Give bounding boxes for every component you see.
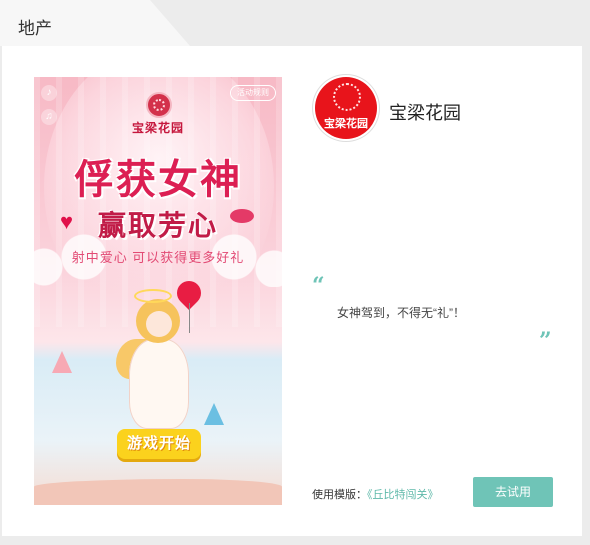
try-button[interactable]: 去试用 — [473, 477, 553, 507]
preview-brand: 宝梁花园 — [131, 121, 184, 135]
halo-icon — [134, 289, 172, 303]
quote-close-icon: ” — [539, 328, 552, 354]
company-name: 宝梁花园 — [389, 103, 461, 123]
preview-subhead: 赢取芳心 — [97, 209, 218, 242]
quote-text: 女神驾到，不得无“礼”！ — [337, 306, 465, 320]
preview-sand — [34, 479, 282, 505]
template-info: 使用模版：《丘比特闯关》 — [312, 486, 439, 502]
angel-body — [129, 339, 189, 429]
sailboat-icon — [204, 403, 224, 425]
category-tab-label: 地产 — [18, 19, 52, 38]
template-link[interactable]: 《丘比特闯关》 — [367, 489, 439, 501]
logo-text: 宝梁花园 — [324, 118, 368, 130]
angel-face — [146, 311, 172, 337]
music-icon: ♪ — [41, 85, 57, 101]
template-prefix: 使用模版： — [312, 489, 367, 501]
start-game-button: 游戏开始 — [117, 429, 201, 459]
quote-open-icon: “ — [312, 273, 325, 299]
preview-tagline: 射中爱心 可以获得更多好礼 — [71, 250, 245, 265]
company-logo: 宝梁花园 — [315, 77, 377, 139]
logo-seal-icon — [333, 83, 361, 111]
preview-headline: 俘获女神 — [74, 157, 242, 203]
sound-icon: ♫ — [41, 109, 57, 125]
balloon-string — [189, 303, 190, 333]
preview-image[interactable]: ♪ ♫ 活动规则 宝梁花园 俘获女神 ♥ 赢取芳心 射中爱心 可以获得更多好礼 … — [34, 77, 282, 505]
sailboat-icon — [52, 351, 72, 373]
brand-seal-icon — [146, 92, 172, 118]
rules-badge: 活动规则 — [230, 85, 276, 101]
